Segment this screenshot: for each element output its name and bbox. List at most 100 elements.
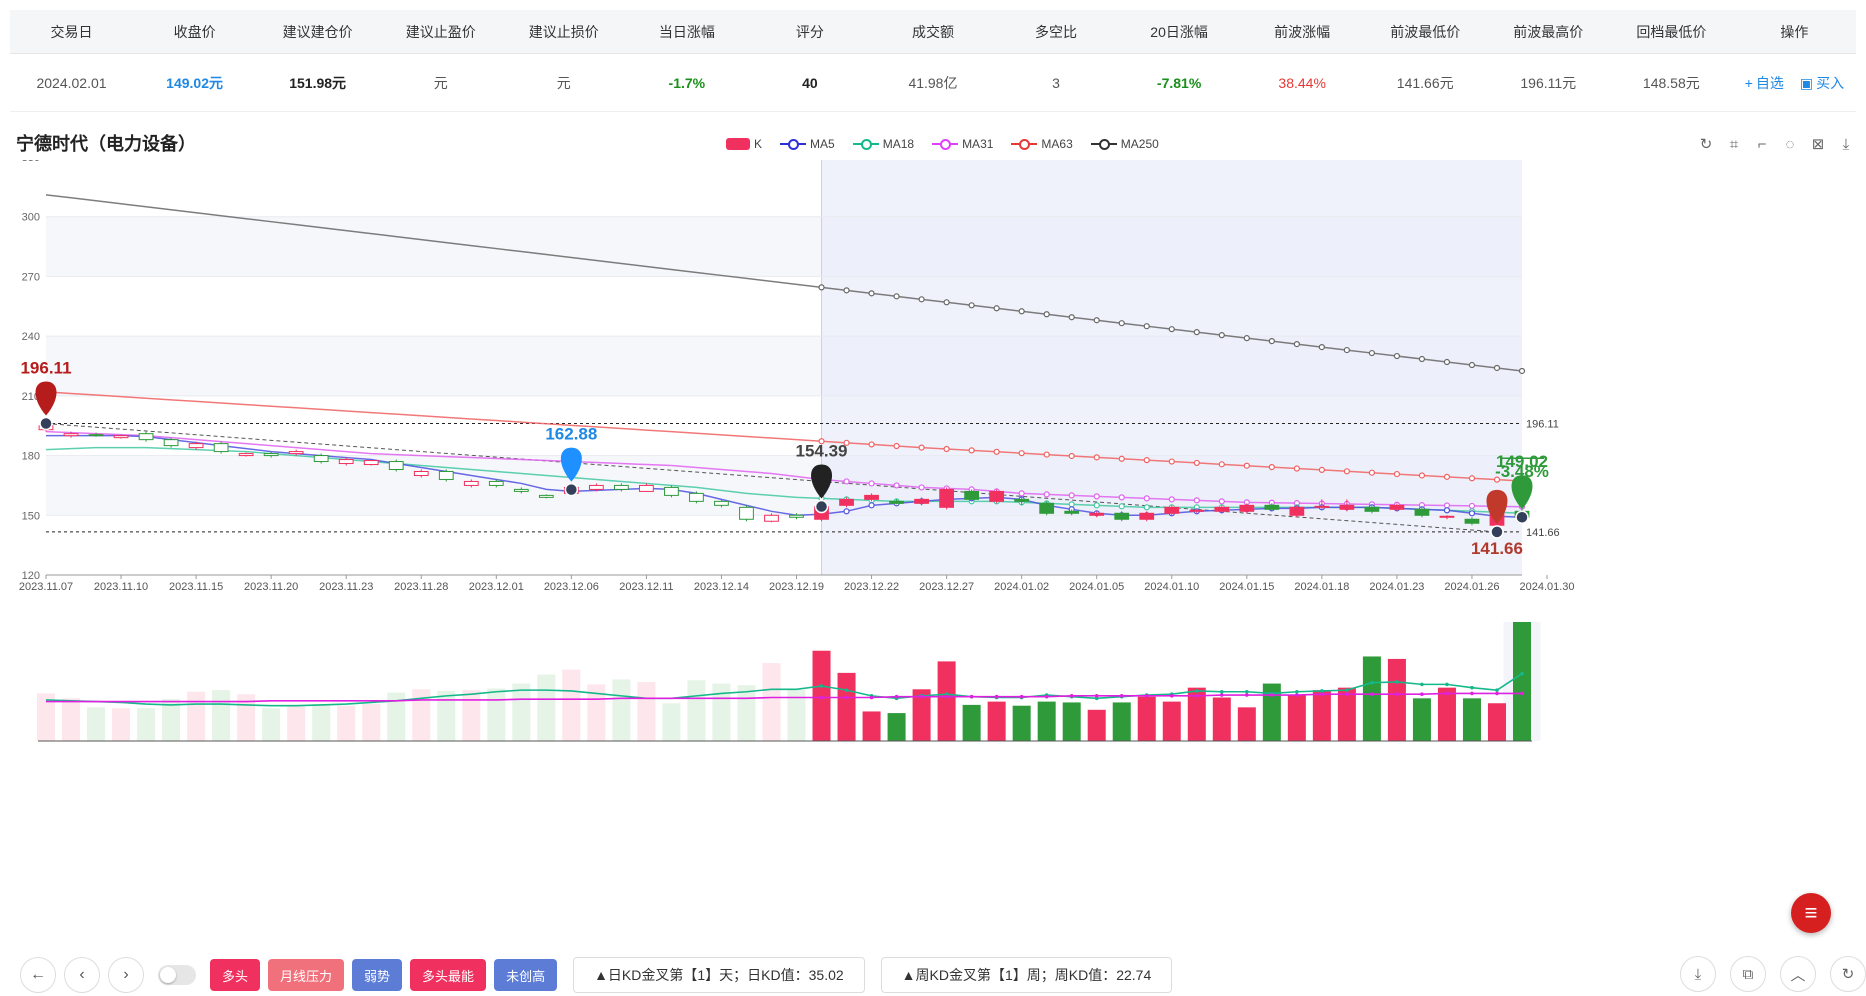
ma18-line-point [1118, 503, 1125, 510]
x-tick-label: 2023.11.28 [394, 581, 448, 593]
tag-bull[interactable]: 多头 [210, 959, 261, 991]
candle [1064, 510, 1080, 514]
legend-ma63[interactable]: MA63 [1011, 137, 1073, 151]
volume-bar [712, 683, 731, 741]
ma31-line-point [918, 484, 925, 491]
volume-bar [187, 691, 206, 741]
ma5-line-point [868, 502, 875, 509]
th-actions: 操作 [1780, 23, 1809, 40]
volume-bar [612, 679, 631, 741]
prev-icon[interactable]: ‹ [64, 957, 100, 993]
candle [313, 455, 329, 463]
volume-ma-b-point [1219, 693, 1224, 697]
tag-weak[interactable]: 弱势 [352, 959, 403, 991]
copy-icon[interactable]: ⧉ [1730, 956, 1766, 992]
volume-bar [762, 663, 781, 741]
scroll-top-icon[interactable]: ︿ [1780, 956, 1816, 992]
volume-bar [287, 706, 306, 741]
volume-bar [737, 685, 756, 741]
ma5-line-point [843, 508, 850, 515]
ma63-line-point [1418, 472, 1426, 479]
ma31-line-point [1018, 490, 1025, 497]
ma63-line-point [1268, 464, 1275, 471]
legend-ma250[interactable]: MA250 [1090, 137, 1159, 151]
table-row: 2024.02.01 149.02元 151.98元 元 元 -1.7% 40 … [10, 54, 1856, 112]
marker-dot [1515, 510, 1529, 524]
table-header: 交易日 收盘价 建议建仓价 建议止盈价 建议止损价 当日涨幅 评分 成交额 多空… [10, 10, 1856, 54]
ma63-line-point [1143, 457, 1150, 464]
legend-k[interactable]: K [726, 137, 762, 151]
ma63-line-point [1368, 469, 1375, 476]
buy-button[interactable]: ▣ 买入 [1800, 73, 1844, 93]
td-ratio: 3 [1052, 74, 1060, 91]
refresh-icon[interactable]: ↻ [1696, 134, 1716, 154]
volume-ma-b-point [1194, 694, 1199, 698]
candle [1139, 512, 1155, 520]
download-icon[interactable]: ⤓ [1836, 134, 1856, 154]
add-watchlist-button[interactable]: + 自选 [1745, 73, 1784, 93]
candle [1414, 508, 1430, 516]
tag-no-new-high[interactable]: 未创高 [494, 959, 558, 991]
td-stop-loss: 元 [556, 74, 571, 91]
x-tick-label: 2024.01.05 [1069, 581, 1124, 593]
tag-bull-energy[interactable]: 多头最能 [410, 959, 487, 991]
legend-k-label: K [754, 137, 763, 151]
volume-bar [662, 703, 681, 741]
x-tick-label: 2024.01.15 [1219, 581, 1274, 593]
ma250-line-point [1043, 311, 1050, 318]
candle [1339, 504, 1355, 510]
reload-icon[interactable]: ↻ [1830, 956, 1866, 992]
legend-ma31[interactable]: MA31 [932, 137, 993, 151]
th-ratio: 多空比 [1035, 23, 1078, 40]
toggle-switch[interactable] [158, 965, 196, 985]
brush-icon[interactable]: ◌ [1780, 134, 1800, 154]
ma63-line-point [968, 447, 975, 454]
volume-bar [1387, 658, 1406, 741]
volume-bar [87, 707, 106, 741]
candle [1364, 506, 1380, 512]
marker-dot [1490, 525, 1504, 539]
ma250-line-point [1193, 329, 1200, 336]
ma250-line-point [993, 305, 1000, 312]
volume-ma-a-point [1219, 689, 1224, 694]
volume-ma-b-point [1495, 691, 1499, 696]
volume-bar [1137, 696, 1156, 741]
volume-bar [637, 681, 656, 741]
ma250-line-point [893, 293, 900, 300]
volume-ma-a-point [844, 688, 849, 692]
candle [714, 500, 729, 506]
th-wave-low: 前波最低价 [1390, 23, 1461, 40]
ma63-line-point [1218, 461, 1225, 468]
tag-monthly-pressure[interactable]: 月线压力 [268, 959, 345, 991]
candle [1039, 502, 1055, 514]
zoom-back-icon[interactable]: ⌐ [1752, 134, 1772, 154]
menu-icon: ≡ [1804, 900, 1818, 925]
y-tick-label: 330 [22, 160, 40, 164]
td-20d-change: -7.81% [1156, 74, 1202, 91]
legend-ma5[interactable]: MA5 [780, 137, 835, 151]
volume-ma-a-point [1445, 682, 1449, 687]
candle [1439, 515, 1455, 518]
clear-icon[interactable]: ⊠ [1808, 134, 1828, 154]
volume-bar [862, 711, 881, 741]
ma63-line-point [1093, 454, 1100, 461]
volume-bar [362, 704, 381, 741]
bottom-toolbar: ← ‹ › 多头 月线压力 弱势 多头最能 未创高 ▲日KD金叉第【1】天；日K… [20, 956, 1173, 994]
volume-bar [487, 688, 506, 741]
volume-ma-b-point [1295, 693, 1299, 697]
volume-ma-b-point [969, 694, 974, 699]
buy-label: 买入 [1816, 74, 1845, 91]
next-icon[interactable]: › [108, 957, 144, 993]
candle [488, 480, 504, 486]
menu-fab[interactable]: ≡ [1791, 893, 1831, 933]
candle [1389, 504, 1405, 510]
td-wave-change: 38.44% [1278, 74, 1326, 91]
volume-bar [537, 674, 556, 741]
ma250-line-point [843, 287, 850, 294]
download-icon[interactable]: ⤓ [1680, 956, 1716, 992]
back-icon[interactable]: ← [20, 957, 56, 993]
crop-icon[interactable]: ⌗ [1724, 134, 1744, 154]
ma18-line-point [1068, 501, 1075, 508]
legend-ma18[interactable]: MA18 [852, 137, 914, 151]
ma18-line-point [1093, 502, 1100, 509]
